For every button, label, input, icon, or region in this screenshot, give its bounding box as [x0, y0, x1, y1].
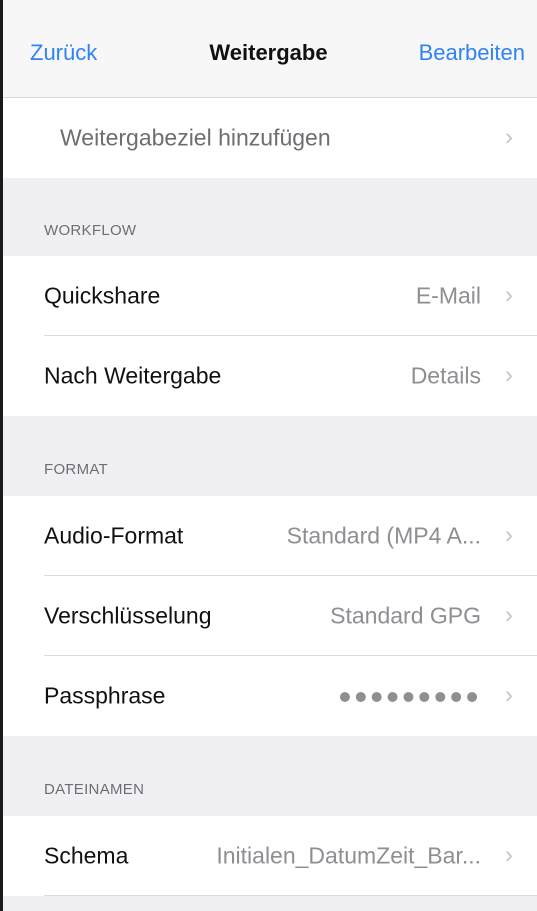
section-header-format: FORMAT — [44, 461, 109, 478]
audio-format-label: Audio-Format — [44, 522, 184, 549]
audio-format-row[interactable]: Audio-Format Standard (MP4 A... › — [0, 496, 537, 576]
passphrase-label: Passphrase — [44, 682, 166, 709]
schema-row[interactable]: Schema Initialen_DatumZeit_Bar... › — [0, 816, 537, 896]
add-share-target-label: Weitergabeziel hinzufügen — [60, 124, 331, 151]
row-separator — [44, 895, 537, 896]
audio-format-value: Standard (MP4 A... — [286, 522, 481, 549]
after-share-row[interactable]: Nach Weitergabe Details › — [0, 336, 537, 416]
chevron-right-icon: › — [505, 361, 513, 389]
schema-label: Schema — [44, 842, 129, 869]
after-share-label: Nach Weitergabe — [44, 362, 222, 389]
quickshare-value: E-Mail — [415, 282, 481, 309]
section-header-filenames: DATEINAMEN — [44, 781, 145, 798]
quickshare-label: Quickshare — [44, 282, 161, 309]
chevron-right-icon: › — [505, 521, 513, 549]
encryption-row[interactable]: Verschlüsselung Standard GPG › — [0, 576, 537, 656]
add-share-target-row[interactable]: Weitergabeziel hinzufügen › — [0, 98, 537, 178]
section-header-workflow: WORKFLOW — [44, 222, 137, 239]
chevron-right-icon: › — [505, 841, 513, 869]
encryption-label: Verschlüsselung — [44, 602, 212, 629]
after-share-value: Details — [410, 362, 481, 389]
chevron-right-icon: › — [505, 123, 513, 151]
passphrase-value: ●●●●●●●●● — [337, 682, 481, 709]
chevron-right-icon: › — [505, 281, 513, 309]
quickshare-row[interactable]: Quickshare E-Mail › — [0, 256, 537, 336]
encryption-value: Standard GPG — [330, 602, 481, 629]
navigation-bar: Zurück Weitergabe Bearbeiten — [0, 0, 537, 98]
window-edge — [0, 0, 3, 911]
settings-screen: Zurück Weitergabe Bearbeiten Weitergabez… — [0, 0, 537, 911]
schema-value: Initialen_DatumZeit_Bar... — [216, 842, 481, 869]
passphrase-row[interactable]: Passphrase ●●●●●●●●● › — [0, 656, 537, 736]
chevron-right-icon: › — [505, 601, 513, 629]
edit-button[interactable]: Bearbeiten — [419, 40, 525, 66]
chevron-right-icon: › — [505, 681, 513, 709]
